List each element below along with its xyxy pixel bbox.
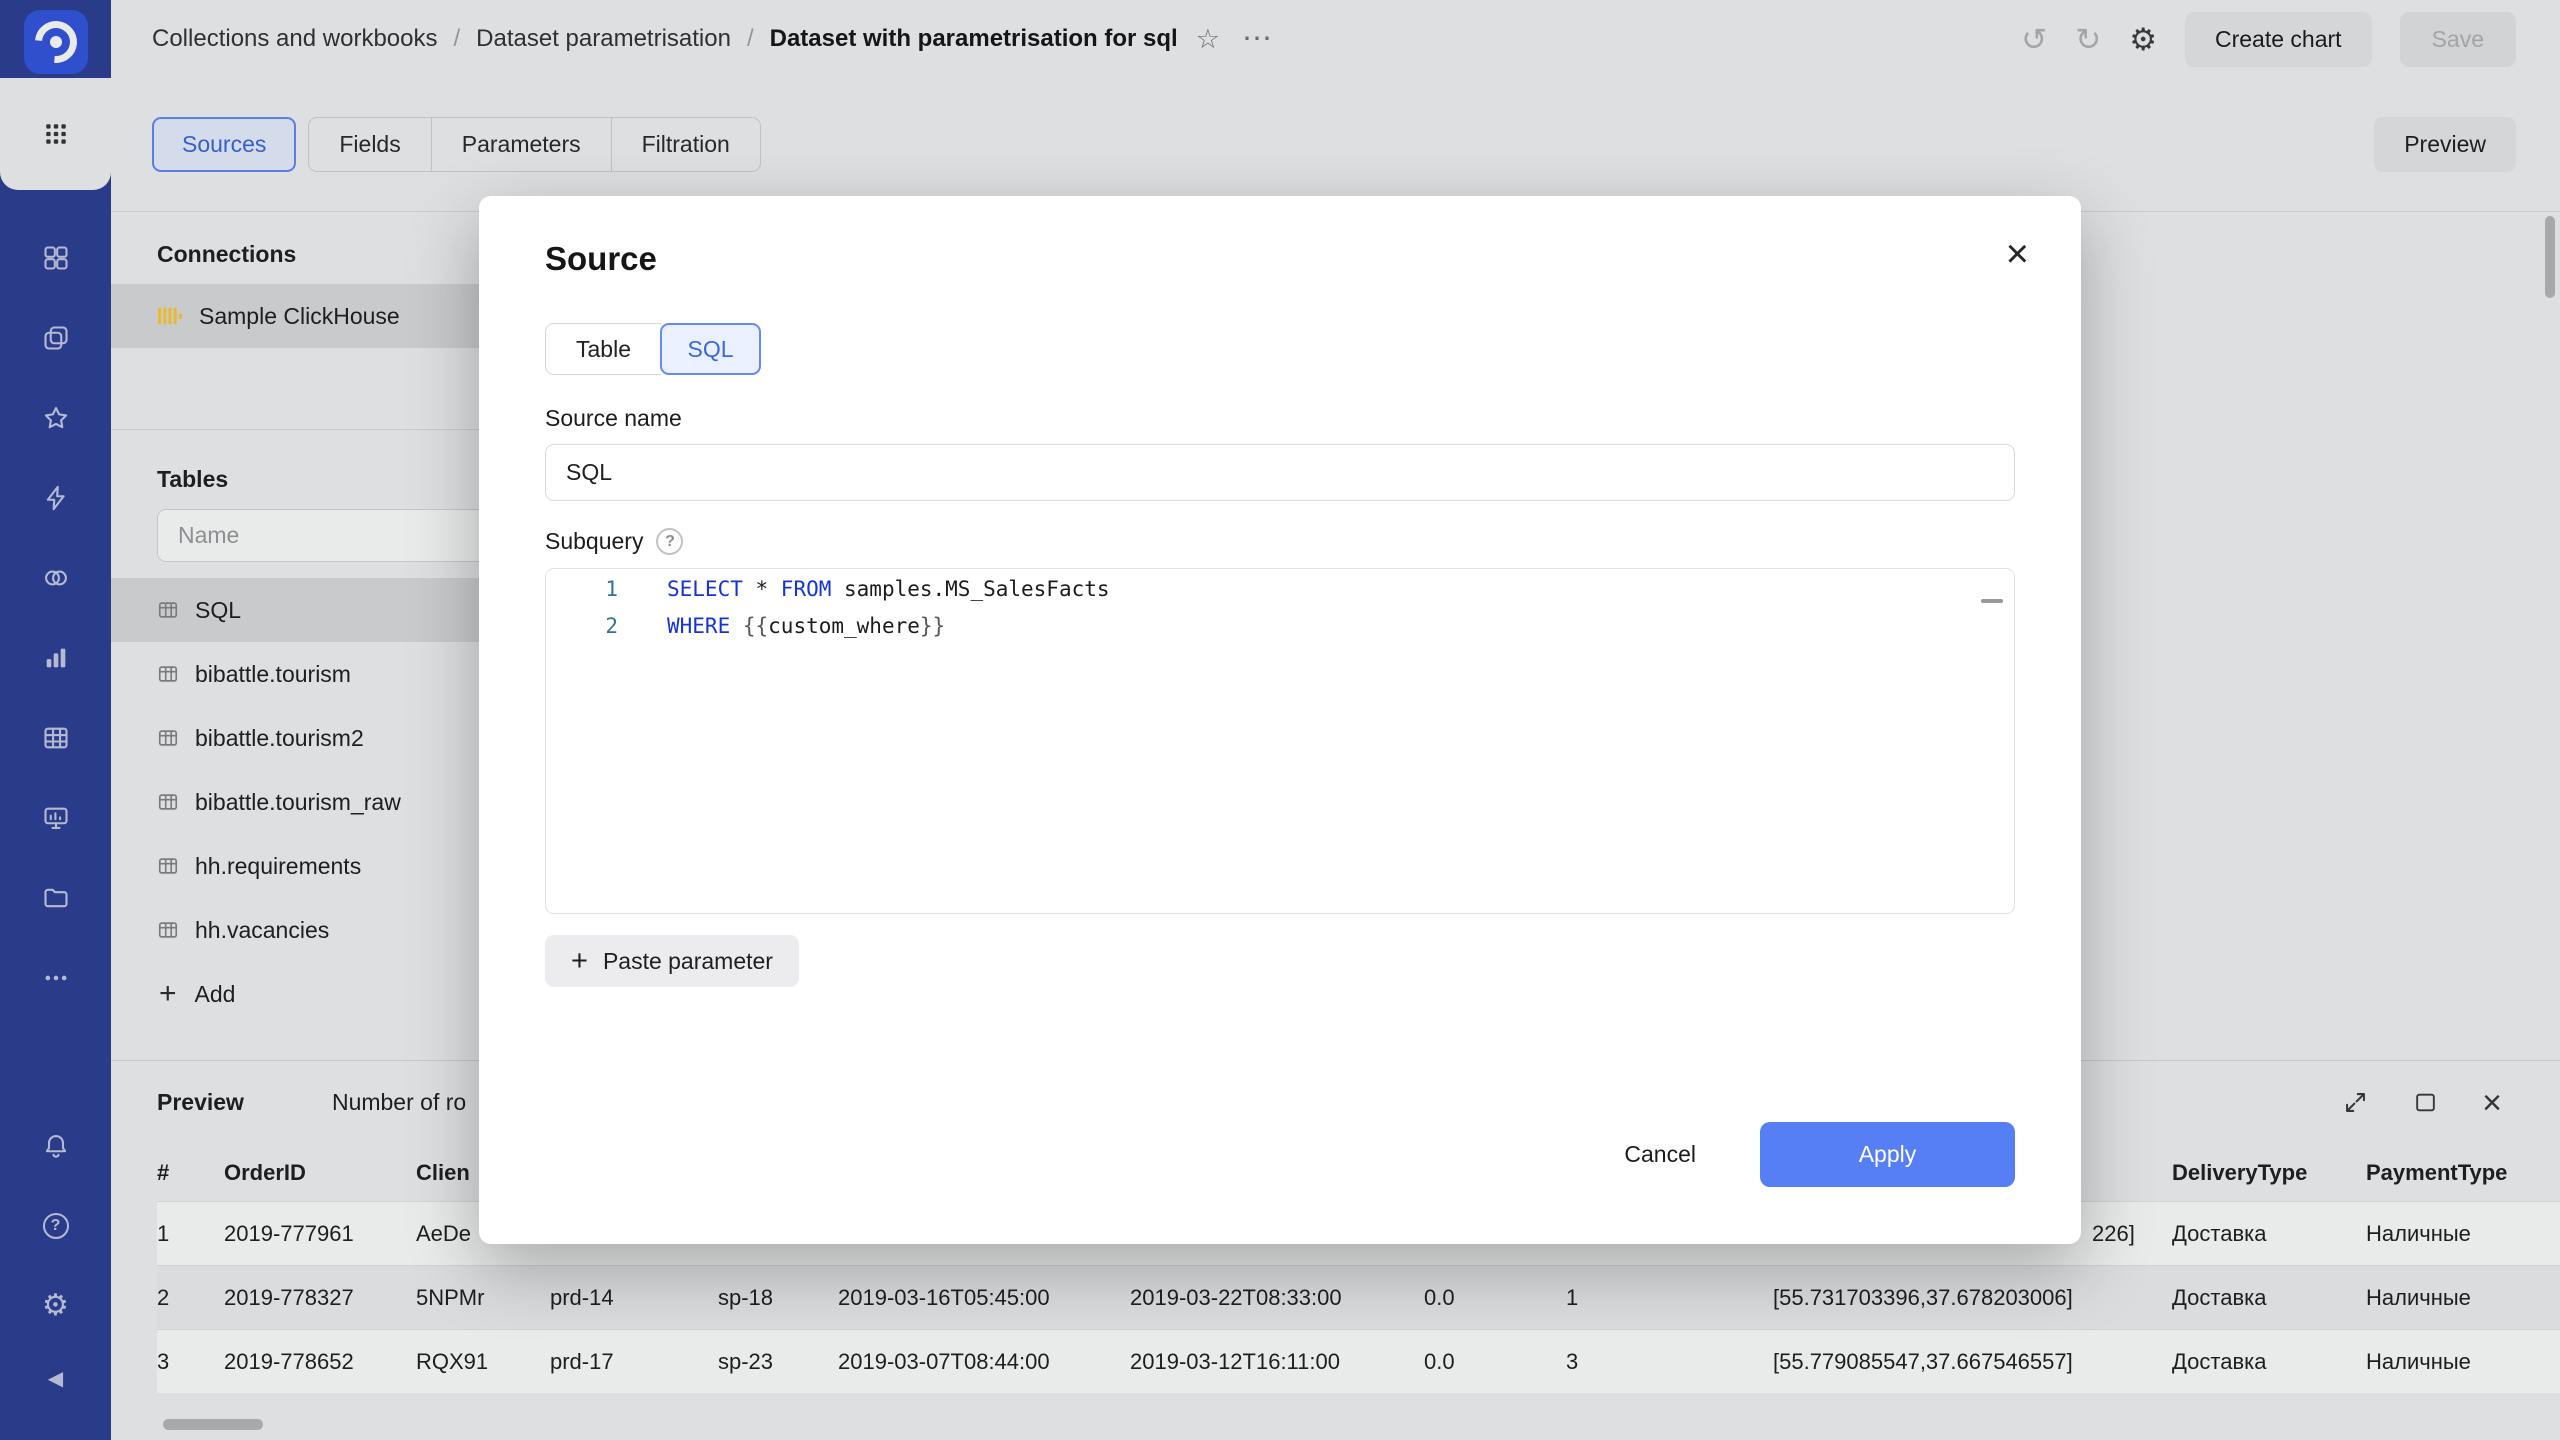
line-number: 2 xyxy=(546,608,618,645)
paste-parameter-button[interactable]: + Paste parameter xyxy=(545,935,799,987)
apply-button[interactable]: Apply xyxy=(1760,1122,2015,1187)
sql-code-editor[interactable]: 1 SELECT * FROM samples.MS_SalesFacts 2 … xyxy=(545,568,2015,914)
source-type-segments: Table SQL xyxy=(545,323,2015,375)
code-text: WHERE {{custom_where}} xyxy=(618,608,945,645)
source-dialog: Source × Table SQL Source name Subquery … xyxy=(479,196,2081,1244)
close-icon: × xyxy=(2006,232,2029,276)
segment-table[interactable]: Table xyxy=(545,323,661,375)
subquery-label: Subquery xyxy=(545,528,643,555)
cancel-button[interactable]: Cancel xyxy=(1586,1122,1734,1187)
help-icon[interactable]: ? xyxy=(656,528,683,555)
paste-parameter-label: Paste parameter xyxy=(603,948,773,975)
code-line: 1 SELECT * FROM samples.MS_SalesFacts xyxy=(546,571,2014,608)
screen: ? ⚙ ◀ Collections and workbooks / Datase… xyxy=(0,0,2560,1440)
dialog-title: Source xyxy=(545,240,2015,278)
code-text: SELECT * FROM samples.MS_SalesFacts xyxy=(618,571,1110,608)
plus-icon: + xyxy=(571,947,588,976)
line-number: 1 xyxy=(546,571,618,608)
segment-sql[interactable]: SQL xyxy=(660,323,761,375)
source-name-input[interactable] xyxy=(545,444,2015,501)
code-line: 2 WHERE {{custom_where}} xyxy=(546,608,2014,645)
editor-collapse-handle[interactable] xyxy=(1981,599,2003,603)
subquery-label-row: Subquery ? xyxy=(545,528,2015,555)
dialog-footer: Cancel Apply xyxy=(1586,1122,2015,1187)
source-name-label: Source name xyxy=(545,405,2015,432)
close-dialog-button[interactable]: × xyxy=(2006,234,2029,274)
